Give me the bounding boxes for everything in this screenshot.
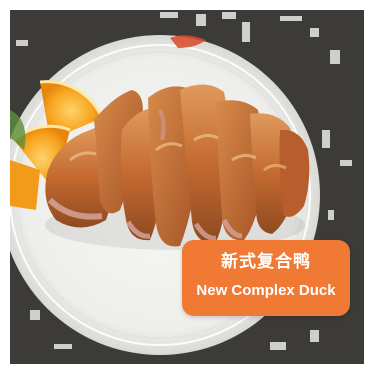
dish-name-chinese: 新式复合鸭: [221, 252, 311, 272]
dish-name-english: New Complex Duck: [196, 282, 336, 299]
food-photo: 新式复合鸭 New Complex Duck: [10, 10, 364, 364]
dish-name-tag: 新式复合鸭 New Complex Duck: [182, 240, 350, 316]
